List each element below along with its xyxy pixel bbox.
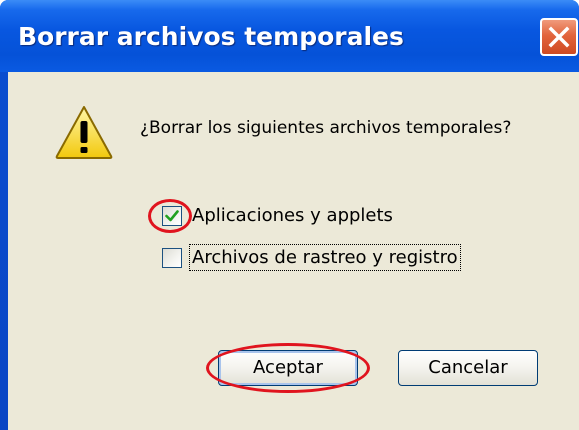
dialog-title: Borrar archivos temporales	[18, 22, 404, 51]
close-button[interactable]	[540, 18, 578, 56]
highlight-annotation-ok-button	[206, 343, 370, 393]
dialog-body: ¿Borrar los siguientes archivos temporal…	[8, 72, 579, 430]
confirmation-message: ¿Borrar los siguientes archivos temporal…	[140, 118, 512, 138]
close-icon	[548, 26, 570, 48]
option-label: Archivos de rastreo y registro	[189, 244, 461, 271]
dialog-window: Borrar archivos temporales ¿Borrar los s…	[0, 0, 579, 430]
cancel-button[interactable]: Cancelar	[398, 350, 538, 386]
highlight-annotation-checkbox	[148, 199, 192, 233]
checkbox-trace-log-files[interactable]	[162, 248, 182, 268]
warning-icon	[55, 106, 113, 159]
title-bar[interactable]: Borrar archivos temporales	[0, 0, 579, 72]
option-label: Aplicaciones y applets	[192, 205, 393, 226]
